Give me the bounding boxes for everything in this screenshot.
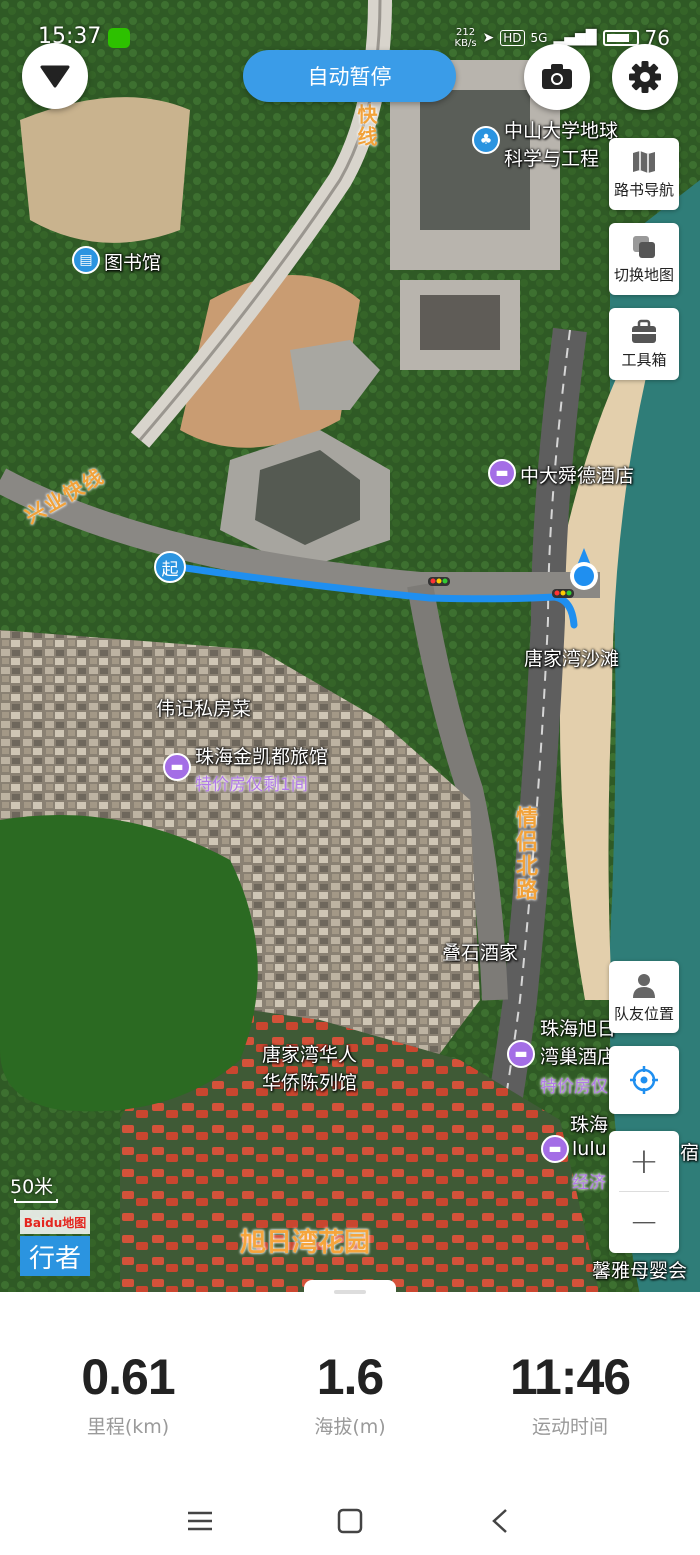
label-library[interactable]: 图书馆 <box>104 248 161 275</box>
gear-icon <box>629 61 661 93</box>
person-icon <box>633 973 655 998</box>
back-chevron-icon <box>492 1509 507 1533</box>
zoom-control: + − <box>609 1131 679 1253</box>
label-garden[interactable]: 旭日湾花园 <box>240 1222 370 1259</box>
stat-altitude: 1.6 海拔(m) <box>240 1348 460 1439</box>
home-square-icon <box>337 1508 363 1534</box>
hotel-icon[interactable]: ▬ <box>541 1135 569 1163</box>
hotel-icon[interactable]: ▬ <box>507 1040 535 1068</box>
stat-time: 11:46 运动时间 <box>460 1348 680 1439</box>
hotel-icon[interactable]: ▬ <box>163 753 191 781</box>
switch-map-label: 切换地图 <box>613 265 674 284</box>
stat-altitude-value: 1.6 <box>316 1349 385 1405</box>
toolbox-icon <box>632 319 656 343</box>
label-sysu-2[interactable]: 科学与工程 <box>504 144 599 171</box>
stat-distance: 0.61 里程(km) <box>18 1348 238 1439</box>
label-dieshi[interactable]: 叠石酒家 <box>442 938 518 965</box>
switch-map-button[interactable]: 切换地图 <box>609 223 679 295</box>
triangle-down-icon <box>40 65 70 88</box>
label-hotel-shunde[interactable]: 中大舜德酒店 <box>520 461 634 488</box>
menu-icon <box>188 1511 212 1531</box>
locate-button[interactable] <box>609 1046 679 1114</box>
app-screen: ▤ 图书馆 ♣ 中山大学地球 科学与工程 快线 兴业快线 ▬ 中大舜德酒店 起 … <box>0 0 700 1555</box>
library-icon[interactable]: ▤ <box>72 246 100 274</box>
stat-altitude-caption: 海拔(m) <box>314 1416 386 1438</box>
label-lulu-3[interactable]: 宿 <box>680 1138 699 1165</box>
label-xuri-offer[interactable]: 特价房仅 <box>540 1072 608 1097</box>
menu-button[interactable] <box>170 1499 230 1543</box>
wechat-icon <box>108 28 130 48</box>
hd-badge: HD <box>500 30 525 46</box>
label-qinglv-road: 情侣北路 <box>512 806 537 902</box>
label-lulu-1[interactable]: 珠海 <box>570 1110 608 1137</box>
label-weiji[interactable]: 伟记私房菜 <box>156 694 251 721</box>
label-sysu-1[interactable]: 中山大学地球 <box>504 116 618 143</box>
label-museum-1[interactable]: 唐家湾华人 <box>262 1040 357 1067</box>
label-jinkaidu[interactable]: 珠海金凯都旅馆 <box>195 742 328 769</box>
roadbook-label: 路书导航 <box>613 180 674 199</box>
network-type: 5G <box>530 31 548 45</box>
toolbox-button[interactable]: 工具箱 <box>609 308 679 380</box>
label-xuri-hotel-2[interactable]: 湾巢酒店 <box>540 1042 616 1069</box>
stat-time-value: 11:46 <box>509 1349 631 1405</box>
stat-distance-value: 0.61 <box>81 1349 175 1405</box>
stat-distance-caption: 里程(km) <box>86 1416 170 1438</box>
label-lulu-2[interactable]: lulu <box>572 1138 607 1160</box>
label-beach[interactable]: 唐家湾沙滩 <box>524 644 619 671</box>
zoom-in-button[interactable]: + <box>609 1131 679 1191</box>
label-express: 快线 <box>354 104 378 148</box>
map-scale: 50米 <box>10 1176 54 1198</box>
zoom-out-button[interactable]: − <box>609 1192 679 1252</box>
teammate-label: 队友位置 <box>613 1004 674 1023</box>
label-baby[interactable]: 馨雅母婴会 <box>592 1256 687 1283</box>
status-bar: 15:37 212 KB/s ➤ HD 5G ▂▄▆█ 76 <box>0 0 700 50</box>
system-nav-bar <box>0 1487 700 1555</box>
roadbook-button[interactable]: 路书导航 <box>609 138 679 210</box>
teammate-button[interactable]: 队友位置 <box>609 961 679 1033</box>
baidu-logo: Baidu地图 行者 <box>20 1210 90 1276</box>
brand-bottom: 行者 <box>20 1236 90 1276</box>
stat-time-caption: 运动时间 <box>531 1416 608 1438</box>
toolbox-label: 工具箱 <box>621 350 667 369</box>
start-marker[interactable]: 起 <box>154 551 186 583</box>
school-icon[interactable]: ♣ <box>472 126 500 154</box>
hotel-icon[interactable]: ▬ <box>488 459 516 487</box>
camera-icon <box>542 64 572 89</box>
map-scale-bar <box>14 1199 58 1203</box>
label-jinkaidu-offer[interactable]: 特价房仅剩1间 <box>195 770 308 795</box>
layers-icon <box>633 235 655 258</box>
label-museum-2[interactable]: 华侨陈列馆 <box>262 1068 357 1095</box>
home-button[interactable] <box>320 1499 380 1543</box>
back-button[interactable] <box>470 1499 530 1543</box>
map-view[interactable]: ▤ 图书馆 ♣ 中山大学地球 科学与工程 快线 兴业快线 ▬ 中大舜德酒店 起 … <box>0 0 700 1295</box>
net-speed: 212 KB/s <box>454 27 477 49</box>
map-book-icon <box>633 150 655 173</box>
crosshair-icon <box>630 1066 658 1094</box>
brand-top: Baidu地图 <box>20 1210 90 1234</box>
battery-icon <box>602 30 639 46</box>
settings-button[interactable] <box>612 44 678 110</box>
camera-button[interactable] <box>524 44 590 110</box>
label-xuri-hotel-1[interactable]: 珠海旭日 <box>540 1014 616 1041</box>
collapse-button[interactable] <box>22 43 88 109</box>
location-icon: ➤ <box>482 30 495 46</box>
auto-pause-button[interactable]: 自动暂停 <box>243 50 456 102</box>
label-lulu-offer[interactable]: 经济 <box>572 1168 606 1193</box>
drag-handle-icon[interactable] <box>334 1290 366 1294</box>
